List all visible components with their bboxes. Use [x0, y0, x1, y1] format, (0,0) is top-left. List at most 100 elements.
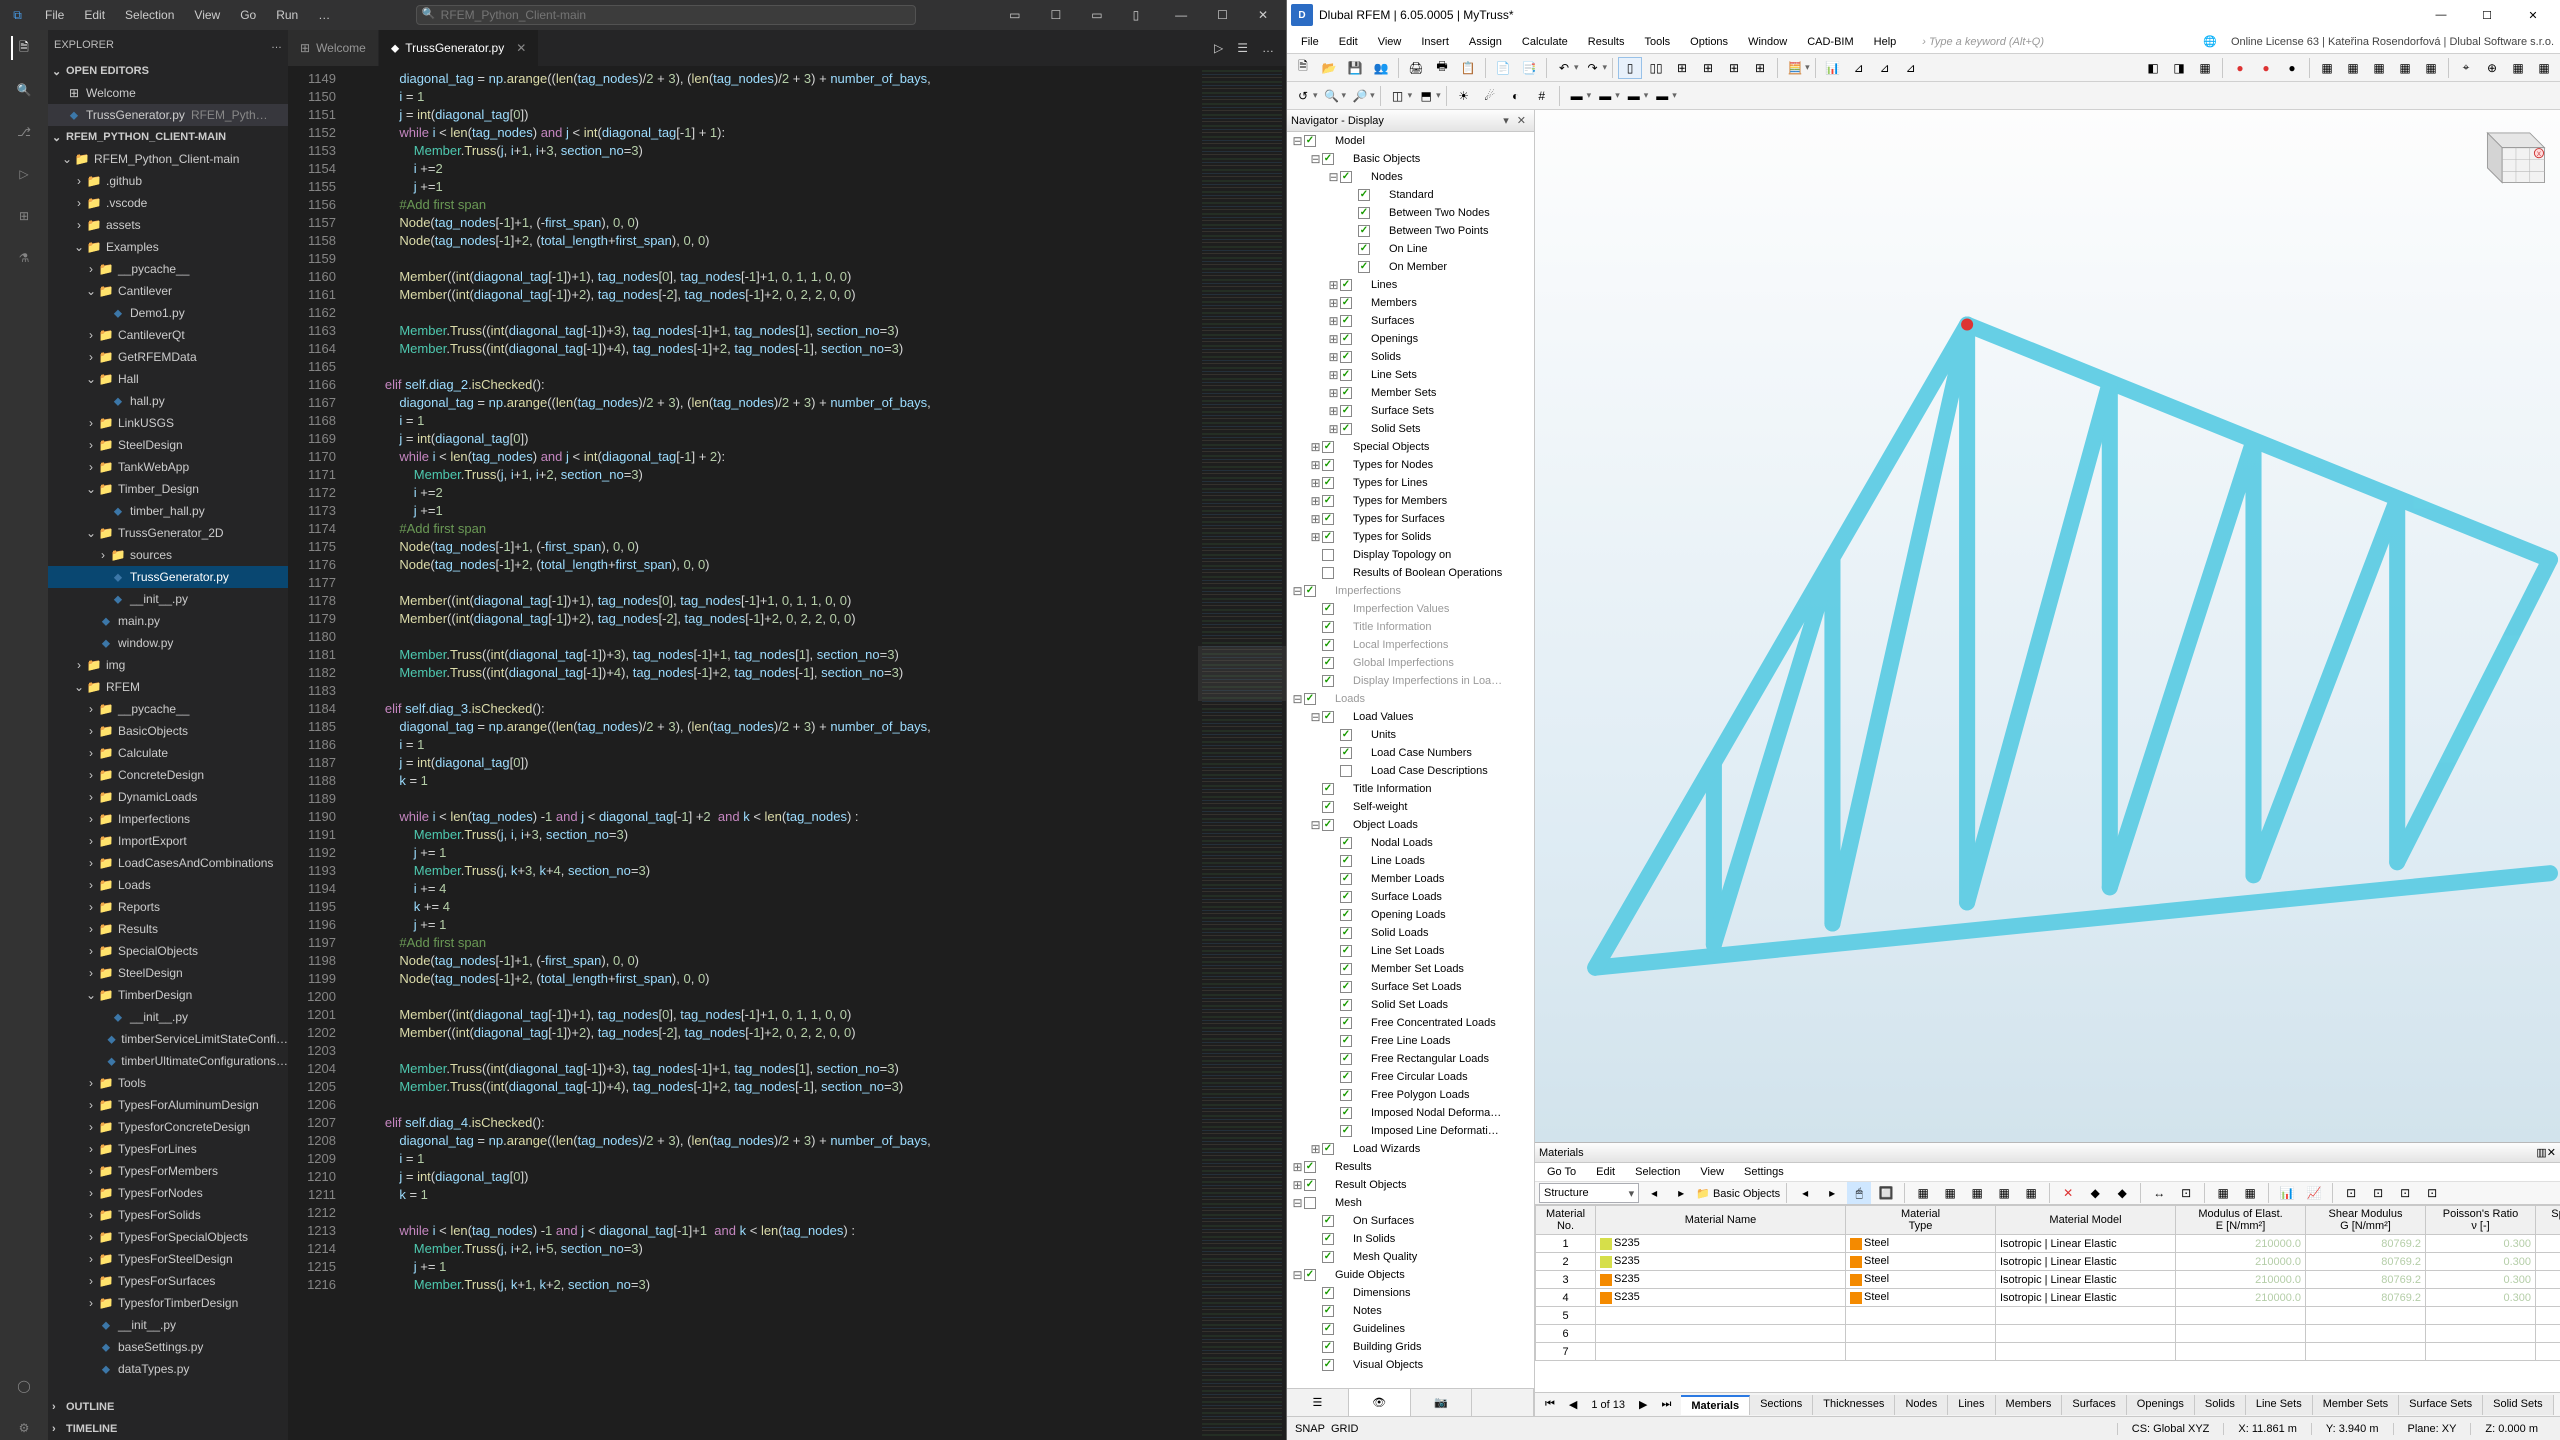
navigator-item[interactable]: Between Two Nodes — [1287, 204, 1534, 222]
tree-item[interactable]: ›📁SteelDesign — [48, 434, 288, 456]
minimap[interactable] — [1198, 66, 1286, 1440]
navigator-item[interactable]: ⊟Object Loads — [1287, 816, 1534, 834]
editor-tab[interactable]: ⬥TrussGenerator.py✕ — [379, 30, 539, 66]
vscode-command-center[interactable] — [416, 5, 916, 25]
materials-menu-edit[interactable]: Edit — [1596, 1166, 1615, 1178]
navigator-item[interactable]: On Member — [1287, 258, 1534, 276]
tree-item[interactable]: ⌄📁Hall — [48, 368, 288, 390]
tree-item[interactable]: ›📁TypesForAluminumDesign — [48, 1094, 288, 1116]
open-editor-item[interactable]: ⊞Welcome — [48, 82, 288, 104]
navigator-item[interactable]: Building Grids — [1287, 1338, 1534, 1356]
navigator-item[interactable]: ⊟Basic Objects — [1287, 150, 1534, 168]
rfem-toolbar-1[interactable]: 🗎📂💾👥 🖨🖶📋 📄📑 ↶▾↷▾ ▯▯▯⊞⊞⊞⊞ 🧮▾ 📊⊿⊿⊿ ◧◨▦ ●●●… — [1287, 54, 2560, 82]
rfem-menu-calculate[interactable]: Calculate — [1512, 33, 1578, 51]
tree-item[interactable]: ›📁SpecialObjects — [48, 940, 288, 962]
run-debug-icon[interactable]: ▷ — [12, 162, 36, 186]
tree-item[interactable]: ›📁sources — [48, 544, 288, 566]
navigator-item[interactable]: Nodal Loads — [1287, 834, 1534, 852]
tree-item[interactable]: ⬥dataTypes.py — [48, 1358, 288, 1380]
navigator-item[interactable]: Display Topology on — [1287, 546, 1534, 564]
keyword-search[interactable]: › Type a keyword (Alt+Q) — [1906, 33, 2054, 51]
vs-menu-run[interactable]: Run — [266, 4, 308, 26]
navigator-item[interactable]: Load Case Descriptions — [1287, 762, 1534, 780]
table-row[interactable]: 4S235SteelIsotropic | Linear Elastic2100… — [1536, 1289, 2560, 1307]
vs-menu-file[interactable]: File — [35, 4, 74, 26]
navigator-item[interactable]: ⊞Types for Solids — [1287, 528, 1534, 546]
viewport-3d[interactable]: X — [1535, 110, 2560, 1142]
navigator-item[interactable]: ⊞Solids — [1287, 348, 1534, 366]
tree-item[interactable]: ⬥window.py — [48, 632, 288, 654]
navigator-item[interactable]: Standard — [1287, 186, 1534, 204]
navigator-item[interactable]: Title Information — [1287, 618, 1534, 636]
navigator-item[interactable]: Global Imperfections — [1287, 654, 1534, 672]
search-icon[interactable]: 🔍 — [12, 78, 36, 102]
navigator-item[interactable]: Surface Set Loads — [1287, 978, 1534, 996]
tree-item[interactable]: ⬥main.py — [48, 610, 288, 632]
navigator-item[interactable]: ⊞Openings — [1287, 330, 1534, 348]
explorer-icon[interactable]: 🗎 — [11, 36, 35, 60]
rfem-menu-file[interactable]: File — [1291, 33, 1329, 51]
sheet-tab[interactable]: Nodes — [1895, 1395, 1948, 1415]
tree-item[interactable]: ›📁Tools — [48, 1072, 288, 1094]
tree-item[interactable]: ⬥baseSettings.py — [48, 1336, 288, 1358]
navigator-item[interactable]: ⊞Results — [1287, 1158, 1534, 1176]
navigator-item[interactable]: ⊟Loads — [1287, 690, 1534, 708]
navigator-tabs[interactable]: ☰👁📷 — [1287, 1388, 1534, 1416]
rfem-menu-insert[interactable]: Insert — [1411, 33, 1459, 51]
tree-item[interactable]: ⬥__init__.py — [48, 1314, 288, 1336]
rfem-menu-assign[interactable]: Assign — [1459, 33, 1512, 51]
tree-item[interactable]: ⌄📁TimberDesign — [48, 984, 288, 1006]
tree-item[interactable]: ›📁Loads — [48, 874, 288, 896]
navigator-float-icon[interactable]: ▾ — [1499, 114, 1513, 127]
editor-toolbar[interactable]: ▷☰… — [1202, 30, 1286, 66]
tree-item[interactable]: ›📁GetRFEMData — [48, 346, 288, 368]
navigator-item[interactable]: ⊞Result Objects — [1287, 1176, 1534, 1194]
tree-item[interactable]: ⬥timberServiceLimitStateConfi… — [48, 1028, 288, 1050]
materials-close-icon[interactable]: ✕ — [2547, 1146, 2556, 1159]
navigator-item[interactable]: ⊞Surface Sets — [1287, 402, 1534, 420]
tree-item[interactable]: ›📁__pycache__ — [48, 258, 288, 280]
materials-table[interactable]: MaterialNo.Material NameMaterialTypeMate… — [1535, 1205, 2560, 1361]
vs-menu-selection[interactable]: Selection — [115, 4, 184, 26]
navigator-item[interactable]: ⊞Special Objects — [1287, 438, 1534, 456]
navigator-item[interactable]: Solid Loads — [1287, 924, 1534, 942]
navigator-item[interactable]: Solid Set Loads — [1287, 996, 1534, 1014]
tree-item[interactable]: ›📁TankWebApp — [48, 456, 288, 478]
tree-item[interactable]: ›📁CantileverQt — [48, 324, 288, 346]
source-control-icon[interactable]: ⎇ — [12, 120, 36, 144]
navigator-item[interactable]: Free Rectangular Loads — [1287, 1050, 1534, 1068]
materials-float-icon[interactable]: ▥ — [2536, 1146, 2546, 1159]
rfem-menu-edit[interactable]: Edit — [1329, 33, 1368, 51]
tree-item[interactable]: ⬥timber_hall.py — [48, 500, 288, 522]
testing-icon[interactable]: ⚗ — [12, 246, 36, 270]
tree-item[interactable]: ⌄📁RFEM — [48, 676, 288, 698]
navigator-item[interactable]: ⊞Lines — [1287, 276, 1534, 294]
rfem-menu-options[interactable]: Options — [1680, 33, 1738, 51]
col-header[interactable]: SpecificW — [2536, 1206, 2560, 1235]
table-row[interactable]: 7 — [1536, 1343, 2560, 1361]
tree-item[interactable]: ⌄📁RFEM_Python_Client-main — [48, 148, 288, 170]
navigator-item[interactable]: In Solids — [1287, 1230, 1534, 1248]
tree-item[interactable]: ⬥TrussGenerator.py — [48, 566, 288, 588]
table-row[interactable]: 1S235SteelIsotropic | Linear Elastic2100… — [1536, 1235, 2560, 1253]
navigator-item[interactable]: ⊞Member Sets — [1287, 384, 1534, 402]
open-editor-item[interactable]: ⬥TrussGenerator.py RFEM_Pyth… — [48, 104, 288, 126]
navigator-item[interactable]: Title Information — [1287, 780, 1534, 798]
navigator-item[interactable]: Imposed Line Deformati… — [1287, 1122, 1534, 1140]
materials-menu-go-to[interactable]: Go To — [1547, 1166, 1576, 1178]
tree-item[interactable]: ›📁ImportExport — [48, 830, 288, 852]
tree-item[interactable]: ›📁DynamicLoads — [48, 786, 288, 808]
navigator-item[interactable]: Free Polygon Loads — [1287, 1086, 1534, 1104]
settings-gear-icon[interactable]: ⚙ — [12, 1416, 36, 1440]
materials-menu-settings[interactable]: Settings — [1744, 1166, 1784, 1178]
navigator-item[interactable]: Dimensions — [1287, 1284, 1534, 1302]
navigator-item[interactable]: Surface Loads — [1287, 888, 1534, 906]
navigator-item[interactable]: On Surfaces — [1287, 1212, 1534, 1230]
navigator-item[interactable]: Member Loads — [1287, 870, 1534, 888]
tree-item[interactable]: ›📁TypesForNodes — [48, 1182, 288, 1204]
tree-item[interactable]: ⬥__init__.py — [48, 588, 288, 610]
tree-item[interactable]: ⌄📁Examples — [48, 236, 288, 258]
tree-item[interactable]: ›📁TypesForLines — [48, 1138, 288, 1160]
vscode-window-controls[interactable]: —☐✕ — [1157, 4, 1286, 26]
tree-item[interactable]: ⬥hall.py — [48, 390, 288, 412]
